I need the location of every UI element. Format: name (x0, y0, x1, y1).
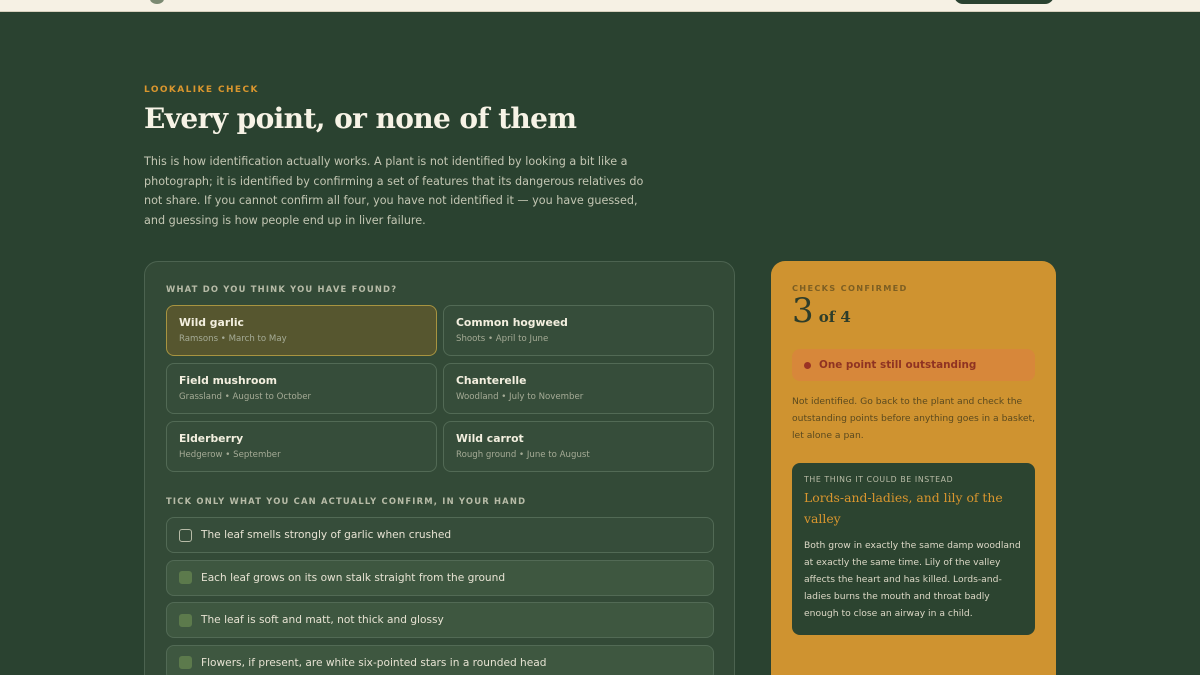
check-item-soft-matt-leaf[interactable]: The leaf is soft and matt, not thick and… (166, 602, 714, 638)
check-item-label: The leaf smells strongly of garlic when … (201, 529, 452, 541)
check-item-own-stalk[interactable]: Each leaf grows on its own stalk straigh… (166, 559, 714, 596)
dangerous-lookalike-card: THE THING IT COULD BE INSTEAD Lords-and-… (792, 463, 1035, 635)
confirmed-count: 3 (792, 291, 814, 331)
checks-summary-panel: CHECKS CONFIRMED 3 of 4 One point still … (771, 261, 1056, 675)
check-item-star-flowers[interactable]: Flowers, if present, are white six-point… (166, 644, 714, 675)
option-chanterelle[interactable]: Chanterelle Woodland • July to November (443, 363, 714, 414)
danger-title: Lords-and-ladies, and lily of the valley (804, 490, 1003, 526)
nav-action-button[interactable] (954, 0, 1054, 4)
option-subtitle: Ramsons • March to May (179, 334, 287, 344)
page-title: Every point, or none of them (144, 102, 577, 135)
checkbox[interactable] (179, 613, 192, 627)
checkbox[interactable] (179, 656, 192, 669)
alert-dot-icon (804, 361, 811, 369)
option-field-mushroom[interactable]: Field mushroom Grassland • August to Oct… (166, 363, 437, 414)
section-eyebrow: LOOKALIKE CHECK (144, 85, 259, 95)
found-question-label: WHAT DO YOU THINK YOU HAVE FOUND? (166, 284, 398, 294)
total-count: of 4 (818, 308, 851, 326)
option-name: Chanterelle (456, 374, 527, 387)
species-option-grid: Wild garlic Ramsons • March to May Commo… (166, 305, 714, 472)
option-wild-carrot[interactable]: Wild carrot Rough ground • June to Augus… (443, 421, 714, 472)
option-subtitle: Hedgerow • September (179, 450, 281, 460)
check-item-garlic-smell[interactable]: The leaf smells strongly of garlic when … (166, 517, 714, 553)
danger-body: Both grow in exactly the same damp woodl… (804, 540, 1021, 619)
option-subtitle: Woodland • July to November (456, 392, 584, 402)
status-badge: One point still outstanding (792, 349, 1035, 381)
checks-instruction-label: TICK ONLY WHAT YOU CAN ACTUALLY CONFIRM,… (166, 496, 527, 506)
option-name: Wild carrot (456, 432, 524, 445)
checkbox[interactable] (179, 528, 192, 542)
check-item-label: Flowers, if present, are white six-point… (201, 656, 547, 669)
confirmation-checklist: The leaf smells strongly of garlic when … (166, 517, 714, 675)
option-name: Field mushroom (179, 374, 278, 387)
option-wild-garlic[interactable]: Wild garlic Ramsons • March to May (166, 305, 437, 356)
danger-eyebrow: THE THING IT COULD BE INSTEAD (804, 475, 954, 484)
option-subtitle: Rough ground • June to August (456, 450, 590, 460)
option-subtitle: Shoots • April to June (456, 334, 549, 344)
status-text: One point still outstanding (819, 359, 977, 371)
checkbox[interactable] (179, 571, 192, 584)
identification-panel: WHAT DO YOU THINK YOU HAVE FOUND? Wild g… (144, 261, 735, 675)
check-item-label: Each leaf grows on its own stalk straigh… (201, 571, 506, 584)
option-common-hogweed[interactable]: Common hogweed Shoots • April to June (443, 305, 714, 356)
logo-icon[interactable] (150, 0, 164, 4)
option-name: Wild garlic (179, 316, 244, 329)
option-name: Elderberry (179, 432, 244, 445)
check-item-label: The leaf is soft and matt, not thick and… (201, 614, 444, 626)
option-subtitle: Grassland • August to October (179, 392, 312, 402)
checks-score: 3 of 4 (792, 291, 851, 331)
option-elderberry[interactable]: Elderberry Hedgerow • September (166, 421, 437, 472)
intro-paragraph: This is how identification actually work… (144, 155, 644, 227)
status-note: Not identified. Go back to the plant and… (792, 396, 1035, 441)
option-name: Common hogweed (456, 316, 568, 329)
top-nav-bar (0, 0, 1200, 12)
